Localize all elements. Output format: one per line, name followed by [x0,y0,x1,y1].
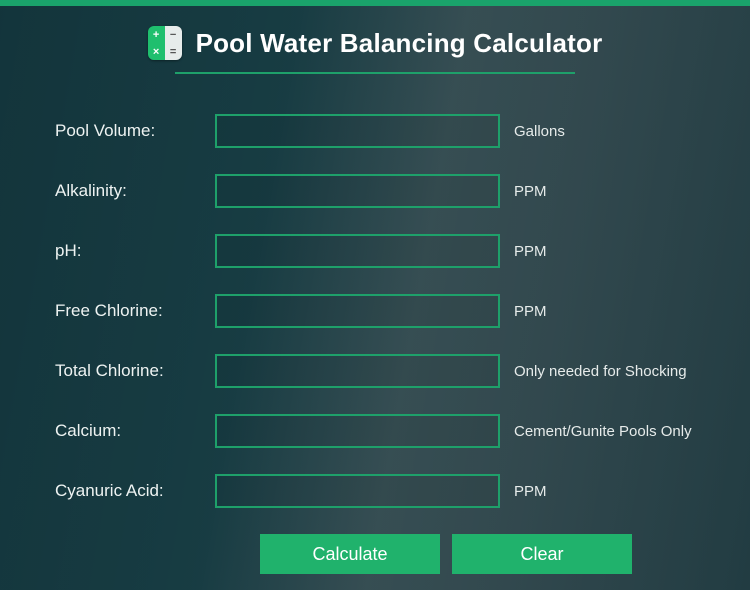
button-row: Calculate Clear [260,534,695,574]
unit-pool-volume: Gallons [510,123,695,140]
input-total-chlorine[interactable] [215,354,500,388]
calculator-form: Pool Volume: Gallons Alkalinity: PPM pH:… [0,114,750,574]
input-pool-volume[interactable] [215,114,500,148]
row-ph: pH: PPM [55,234,695,268]
row-calcium: Calcium: Cement/Gunite Pools Only [55,414,695,448]
clear-button[interactable]: Clear [452,534,632,574]
label-total-chlorine: Total Chlorine: [55,361,205,381]
input-cyanuric-acid[interactable] [215,474,500,508]
label-cyanuric-acid: Cyanuric Acid: [55,481,205,501]
unit-ph: PPM [510,243,695,260]
unit-calcium: Cement/Gunite Pools Only [510,423,695,440]
input-calcium[interactable] [215,414,500,448]
unit-cyanuric-acid: PPM [510,483,695,500]
unit-total-chlorine: Only needed for Shocking [510,363,695,380]
label-calcium: Calcium: [55,421,205,441]
row-cyanuric-acid: Cyanuric Acid: PPM [55,474,695,508]
label-free-chlorine: Free Chlorine: [55,301,205,321]
input-free-chlorine[interactable] [215,294,500,328]
calculate-button[interactable]: Calculate [260,534,440,574]
input-ph[interactable] [215,234,500,268]
label-ph: pH: [55,241,205,261]
row-pool-volume: Pool Volume: Gallons [55,114,695,148]
header: +− ×= Pool Water Balancing Calculator [0,6,750,68]
page-title: Pool Water Balancing Calculator [196,28,603,59]
input-alkalinity[interactable] [215,174,500,208]
row-alkalinity: Alkalinity: PPM [55,174,695,208]
title-underline [175,72,575,74]
unit-alkalinity: PPM [510,183,695,200]
row-total-chlorine: Total Chlorine: Only needed for Shocking [55,354,695,388]
row-free-chlorine: Free Chlorine: PPM [55,294,695,328]
unit-free-chlorine: PPM [510,303,695,320]
label-alkalinity: Alkalinity: [55,181,205,201]
label-pool-volume: Pool Volume: [55,121,205,141]
calculator-icon: +− ×= [148,26,182,60]
